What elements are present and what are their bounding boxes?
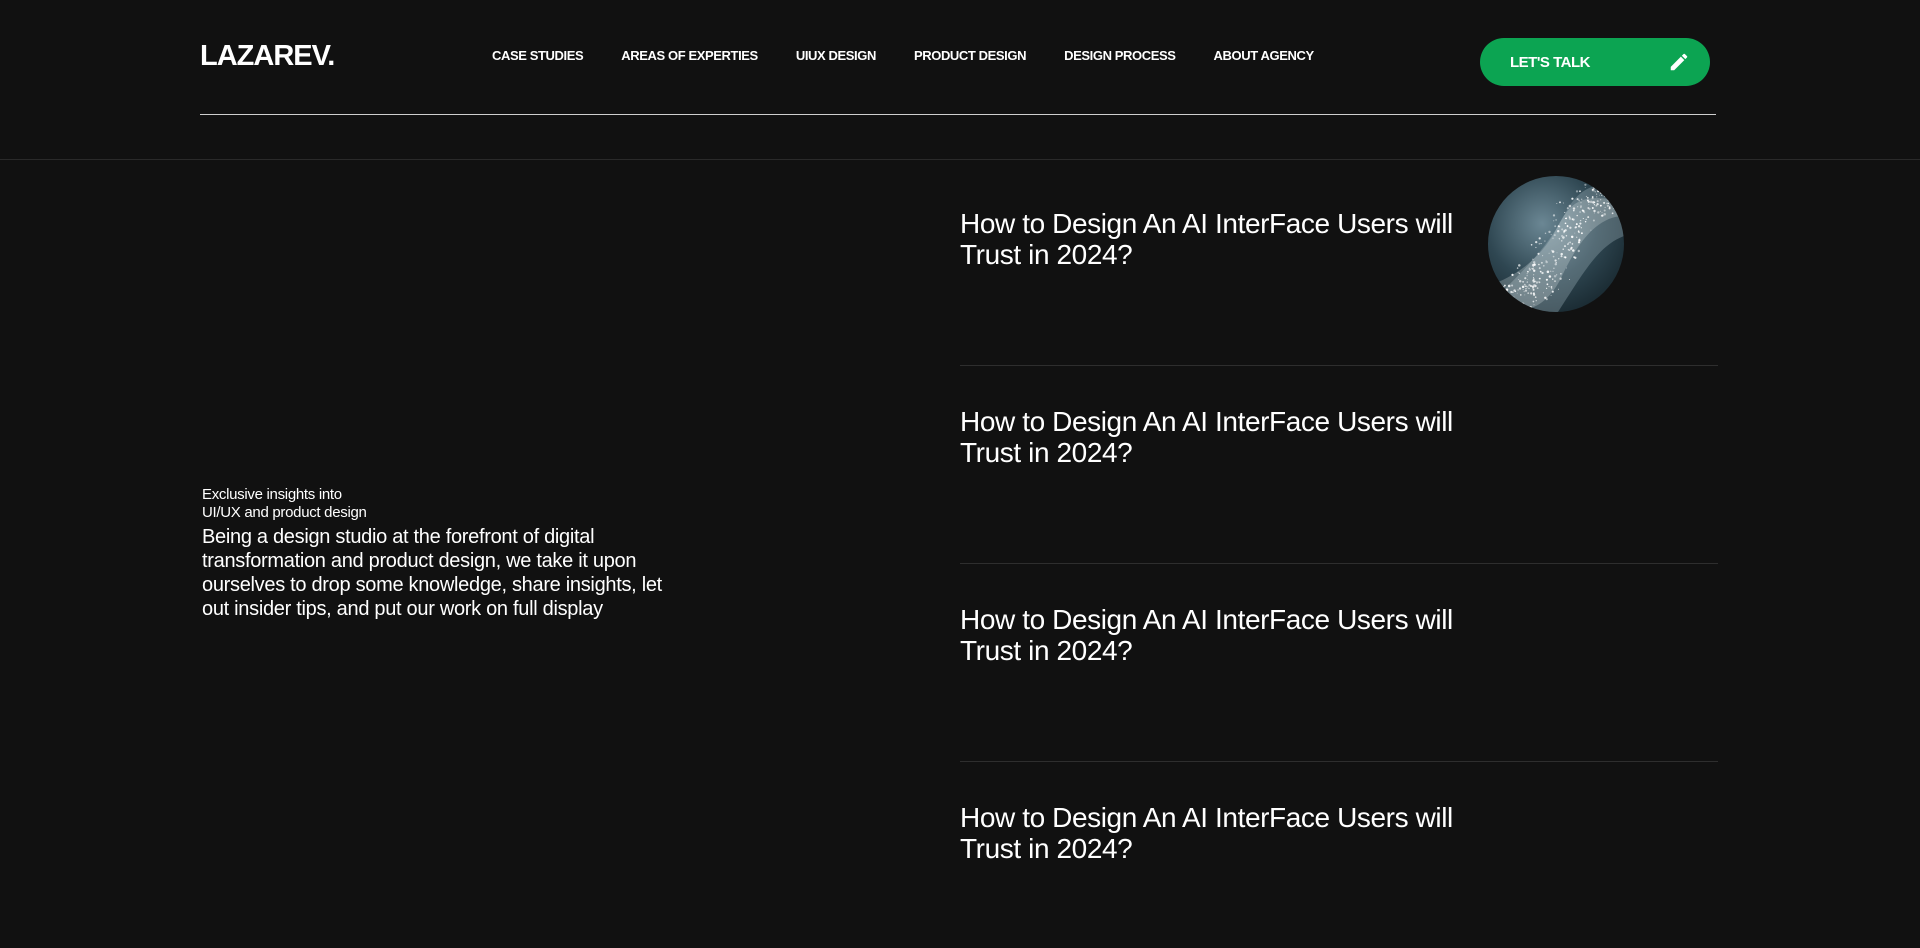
nav-uiux-design[interactable]: UIUX DESIGN xyxy=(796,48,877,63)
article-item[interactable]: How to Design An AI InterFace Users will… xyxy=(960,365,1718,563)
intro-kicker-line-1: Exclusive insights into xyxy=(202,486,342,503)
particle-wave-image xyxy=(1488,176,1624,312)
article-item[interactable]: How to Design An AI InterFace Users will… xyxy=(960,563,1718,761)
nav-areas-of-experties[interactable]: AREAS OF EXPERTIES xyxy=(621,48,758,63)
logo[interactable]: LAZAREV. xyxy=(200,40,335,73)
article-list: How to Design An AI InterFace Users will… xyxy=(960,168,1718,948)
pencil-icon xyxy=(1670,53,1688,71)
lets-talk-button[interactable]: LET'S TALK xyxy=(1480,38,1710,86)
article-title[interactable]: How to Design An AI InterFace Users will… xyxy=(960,604,1480,666)
header-divider xyxy=(200,114,1716,115)
site-header: LAZAREV. CASE STUDIES AREAS OF EXPERTIES… xyxy=(0,0,1920,160)
lets-talk-label: LET'S TALK xyxy=(1510,53,1590,71)
article-item[interactable]: How to Design An AI InterFace Users will… xyxy=(960,168,1718,365)
article-thumbnail[interactable] xyxy=(1488,176,1624,312)
article-title[interactable]: How to Design An AI InterFace Users will… xyxy=(960,208,1480,270)
article-title[interactable]: How to Design An AI InterFace Users will… xyxy=(960,802,1480,864)
nav-about-agency[interactable]: ABOUT AGENCY xyxy=(1214,48,1315,63)
article-title[interactable]: How to Design An AI InterFace Users will… xyxy=(960,406,1480,468)
intro-kicker: Exclusive insights into UI/UX and produc… xyxy=(202,486,672,522)
main-nav: CASE STUDIES AREAS OF EXPERTIES UIUX DES… xyxy=(492,48,1314,63)
nav-product-design[interactable]: PRODUCT DESIGN xyxy=(914,48,1027,63)
article-item[interactable]: How to Design An AI InterFace Users will… xyxy=(960,761,1718,948)
intro-body: Being a design studio at the forefront o… xyxy=(202,526,662,620)
nav-design-process[interactable]: DESIGN PROCESS xyxy=(1064,48,1176,63)
intro-section: Exclusive insights into UI/UX and produc… xyxy=(202,486,672,621)
intro-kicker-line-2: UI/UX and product design xyxy=(202,504,367,521)
nav-case-studies[interactable]: CASE STUDIES xyxy=(492,48,584,63)
